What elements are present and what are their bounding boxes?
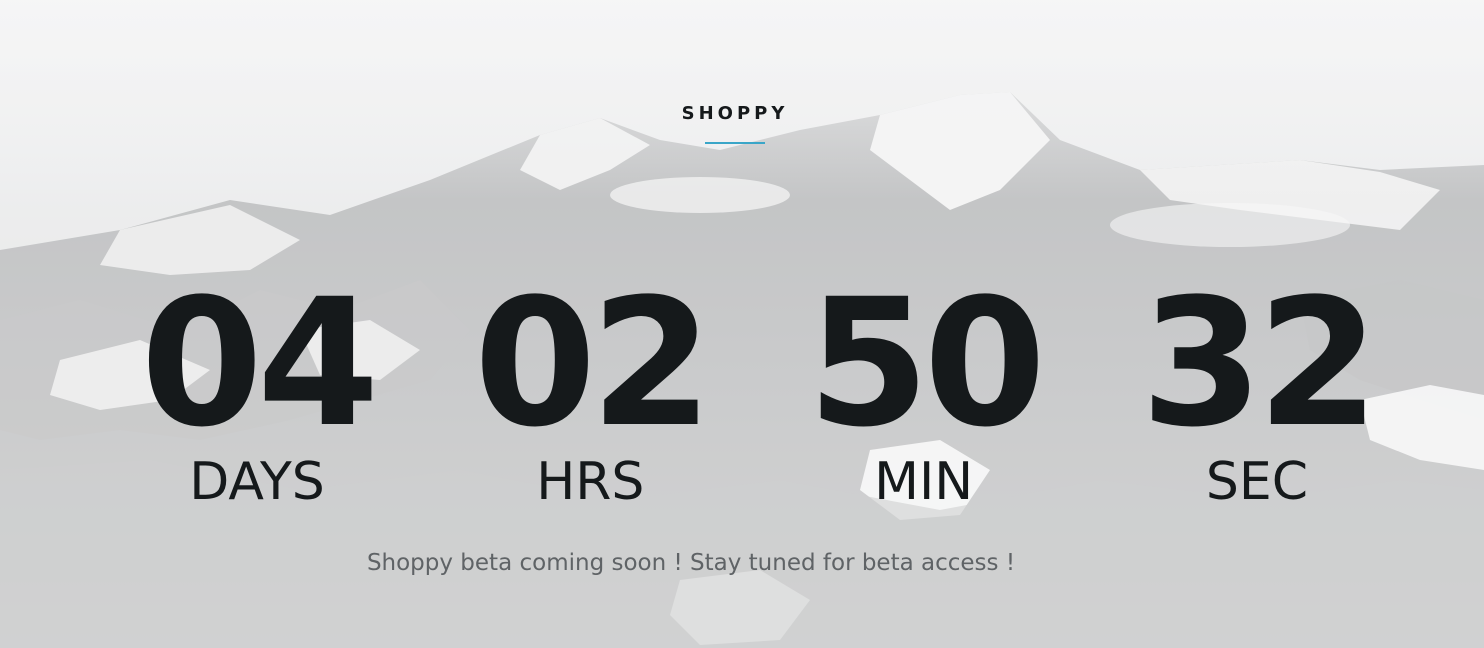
countdown-timer: 04 DAYS 02 HRS 50 MIN 32 SEC — [112, 261, 1402, 513]
countdown-minutes-value: 50 — [807, 261, 1046, 466]
countdown-seconds-value: 32 — [1140, 261, 1380, 466]
countdown-hours: 02 HRS — [445, 261, 735, 513]
tagline-text: Shoppy beta coming soon ! Stay tuned for… — [366, 550, 1016, 576]
countdown-seconds: 32 SEC — [1112, 261, 1402, 513]
countdown-minutes: 50 MIN — [779, 261, 1069, 513]
brand-logo-text[interactable]: SHOPPY — [0, 103, 1470, 124]
countdown-hours-value: 02 — [473, 261, 713, 466]
countdown-days: 04 DAYS — [112, 261, 402, 513]
countdown-days-value: 04 — [140, 261, 380, 466]
brand-underline — [705, 142, 765, 144]
